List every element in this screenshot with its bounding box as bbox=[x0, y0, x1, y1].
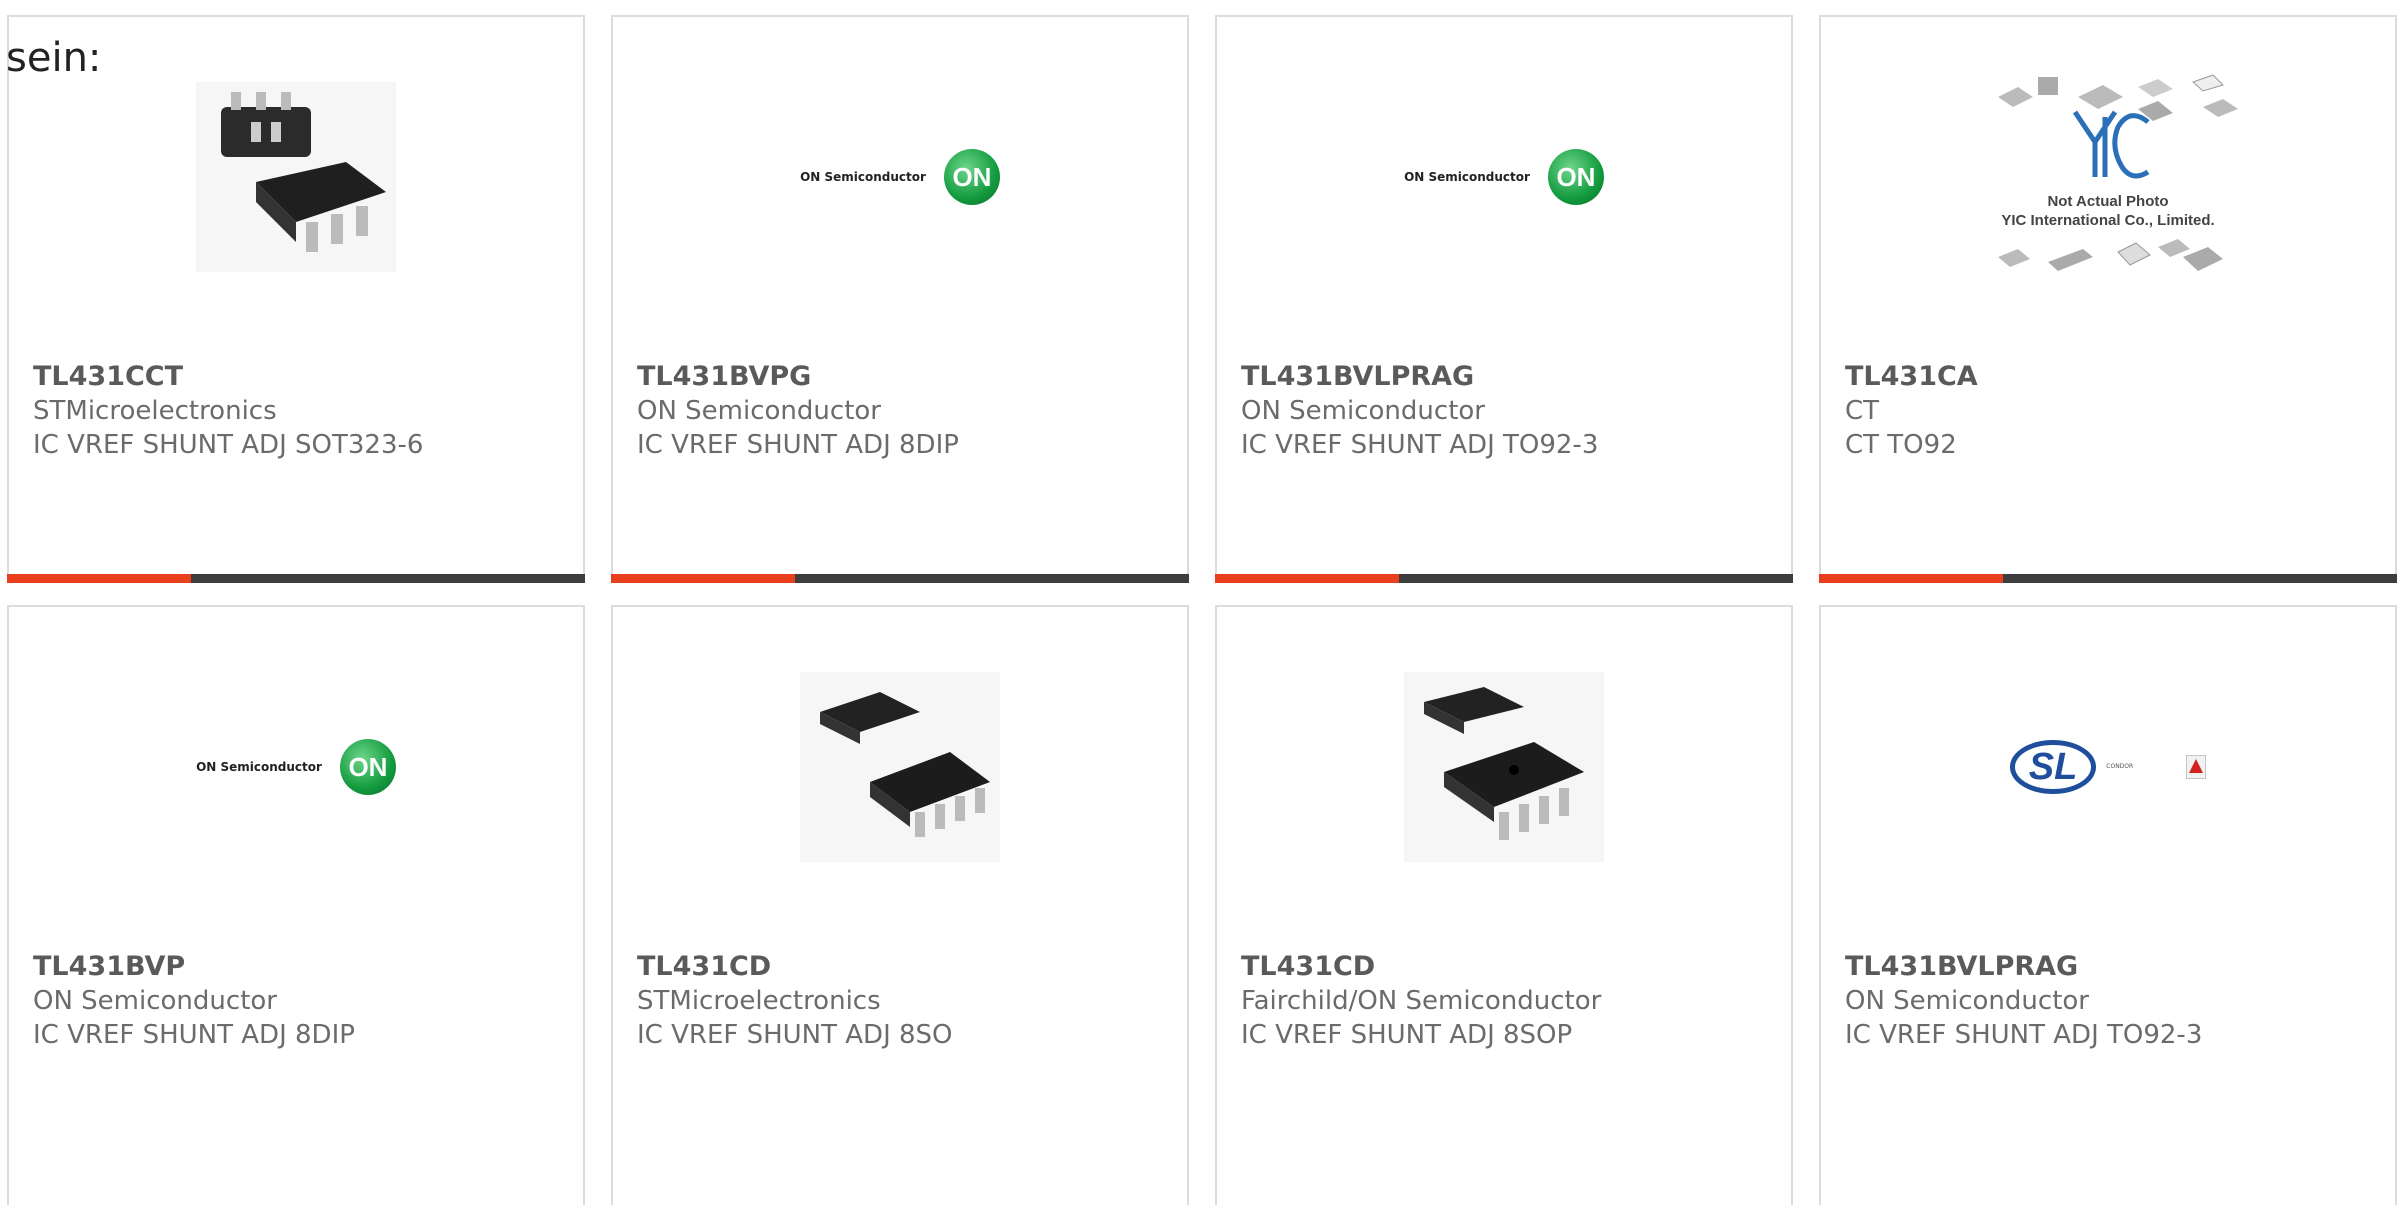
on-badge-icon: ON bbox=[943, 149, 1000, 205]
card-bar-accent bbox=[1819, 574, 2003, 583]
description: IC VREF SHUNT ADJ 8DIP bbox=[33, 1020, 355, 1050]
product-info: TL431BVPG ON Semiconductor IC VREF SHUNT… bbox=[637, 360, 1167, 462]
product-info: TL431CD STMicroelectronics IC VREF SHUNT… bbox=[637, 950, 1167, 1052]
product-info: TL431BVLPRAG ON Semiconductor IC VREF SH… bbox=[1241, 360, 1771, 462]
part-number[interactable]: TL431BVP bbox=[33, 950, 563, 984]
product-card[interactable]: SL CONDOR TL431BVLPRAG ON Semiconductor … bbox=[1819, 605, 2397, 1205]
manufacturer: Fairchild/ON Semiconductor bbox=[1241, 986, 1602, 1016]
part-number[interactable]: TL431BVLPRAG bbox=[1241, 360, 1771, 394]
product-card[interactable]: TL431CD Fairchild/ON Semiconductor IC VR… bbox=[1215, 605, 1793, 1205]
card-bar bbox=[1819, 574, 2397, 583]
manufacturer: ON Semiconductor bbox=[1845, 986, 2089, 1016]
part-number[interactable]: TL431BVPG bbox=[637, 360, 1167, 394]
manufacturer: STMicroelectronics bbox=[637, 986, 881, 1016]
warning-badge-icon bbox=[2186, 755, 2207, 779]
manufacturer: ON Semiconductor bbox=[637, 396, 881, 426]
card-bar-accent bbox=[1215, 574, 1399, 583]
part-number[interactable]: TL431CD bbox=[1241, 950, 1771, 984]
description: IC VREF SHUNT ADJ 8SOP bbox=[1241, 1020, 1573, 1050]
description: CT TO92 bbox=[1845, 430, 1957, 460]
product-card[interactable]: ON Semiconductor ON TL431BVLPRAG ON Semi… bbox=[1215, 15, 1793, 583]
sl-side-text: CONDOR bbox=[2106, 763, 2134, 770]
yic-caption: Not Actual Photo YIC International Co., … bbox=[1978, 192, 2238, 230]
yic-caption-line1: Not Actual Photo bbox=[2047, 193, 2169, 210]
product-card[interactable]: ON Semiconductor ON TL431BVP ON Semicond… bbox=[7, 605, 585, 1205]
product-image[interactable] bbox=[9, 77, 583, 277]
product-image[interactable] bbox=[1217, 667, 1791, 867]
yic-caption-line2: YIC International Co., Limited. bbox=[2001, 212, 2215, 229]
on-logo-text: ON Semiconductor bbox=[196, 760, 322, 774]
product-info: TL431BVLPRAG ON Semiconductor IC VREF SH… bbox=[1845, 950, 2375, 1052]
manufacturer: CT bbox=[1845, 396, 1880, 426]
sl-mark-text: SL bbox=[2009, 740, 2097, 794]
product-image[interactable] bbox=[613, 667, 1187, 867]
manufacturer: ON Semiconductor bbox=[1241, 396, 1485, 426]
chip-sop8-icon bbox=[1404, 672, 1604, 862]
card-bar-accent bbox=[611, 574, 795, 583]
sl-power-logo: SL CONDOR bbox=[2009, 740, 2207, 794]
description: IC VREF SHUNT ADJ 8DIP bbox=[637, 430, 959, 460]
manufacturer: ON Semiconductor bbox=[33, 986, 277, 1016]
card-bar-accent bbox=[7, 574, 191, 583]
product-info: TL431CD Fairchild/ON Semiconductor IC VR… bbox=[1241, 950, 1771, 1052]
yic-placeholder: Not Actual Photo YIC International Co., … bbox=[1978, 57, 2238, 297]
product-image[interactable]: ON Semiconductor ON bbox=[1217, 77, 1791, 277]
on-semiconductor-logo: ON Semiconductor ON bbox=[1404, 149, 1604, 205]
product-card[interactable]: Not Actual Photo YIC International Co., … bbox=[1819, 15, 2397, 583]
product-card[interactable]: TL431CD STMicroelectronics IC VREF SHUNT… bbox=[611, 605, 1189, 1205]
part-number[interactable]: TL431CD bbox=[637, 950, 1167, 984]
product-info: TL431CA CT CT TO92 bbox=[1845, 360, 2375, 462]
part-number[interactable]: TL431CA bbox=[1845, 360, 2375, 394]
description: IC VREF SHUNT ADJ SOT323-6 bbox=[33, 430, 424, 460]
on-badge-icon: ON bbox=[1547, 149, 1604, 205]
description: IC VREF SHUNT ADJ 8SO bbox=[637, 1020, 953, 1050]
product-image[interactable]: ON Semiconductor ON bbox=[613, 77, 1187, 277]
product-image[interactable]: SL CONDOR bbox=[1821, 667, 2395, 867]
card-bar bbox=[611, 574, 1189, 583]
on-logo-text: ON Semiconductor bbox=[800, 170, 926, 184]
product-info: TL431BVP ON Semiconductor IC VREF SHUNT … bbox=[33, 950, 563, 1052]
product-card[interactable]: ON Semiconductor ON TL431BVPG ON Semicon… bbox=[611, 15, 1189, 583]
product-image[interactable]: ON Semiconductor ON bbox=[9, 667, 583, 867]
description: IC VREF SHUNT ADJ TO92-3 bbox=[1845, 1020, 2203, 1050]
on-semiconductor-logo: ON Semiconductor ON bbox=[800, 149, 1000, 205]
product-info: TL431CCT STMicroelectronics IC VREF SHUN… bbox=[33, 360, 563, 462]
card-bar bbox=[7, 574, 585, 583]
manufacturer: STMicroelectronics bbox=[33, 396, 277, 426]
part-number[interactable]: TL431CCT bbox=[33, 360, 563, 394]
on-logo-text: ON Semiconductor bbox=[1404, 170, 1530, 184]
part-number[interactable]: TL431BVLPRAG bbox=[1845, 950, 2375, 984]
product-image[interactable]: Not Actual Photo YIC International Co., … bbox=[1821, 47, 2395, 307]
chip-sot323-icon bbox=[196, 82, 396, 272]
card-bar bbox=[1215, 574, 1793, 583]
yic-logo-icon bbox=[2072, 110, 2150, 179]
description: IC VREF SHUNT ADJ TO92-3 bbox=[1241, 430, 1599, 460]
on-semiconductor-logo: ON Semiconductor ON bbox=[196, 739, 396, 795]
on-badge-icon: ON bbox=[339, 739, 396, 795]
intro-text: sein: bbox=[6, 35, 102, 81]
chip-so8-icon bbox=[800, 672, 1000, 862]
product-card[interactable]: TL431CCT STMicroelectronics IC VREF SHUN… bbox=[7, 15, 585, 583]
